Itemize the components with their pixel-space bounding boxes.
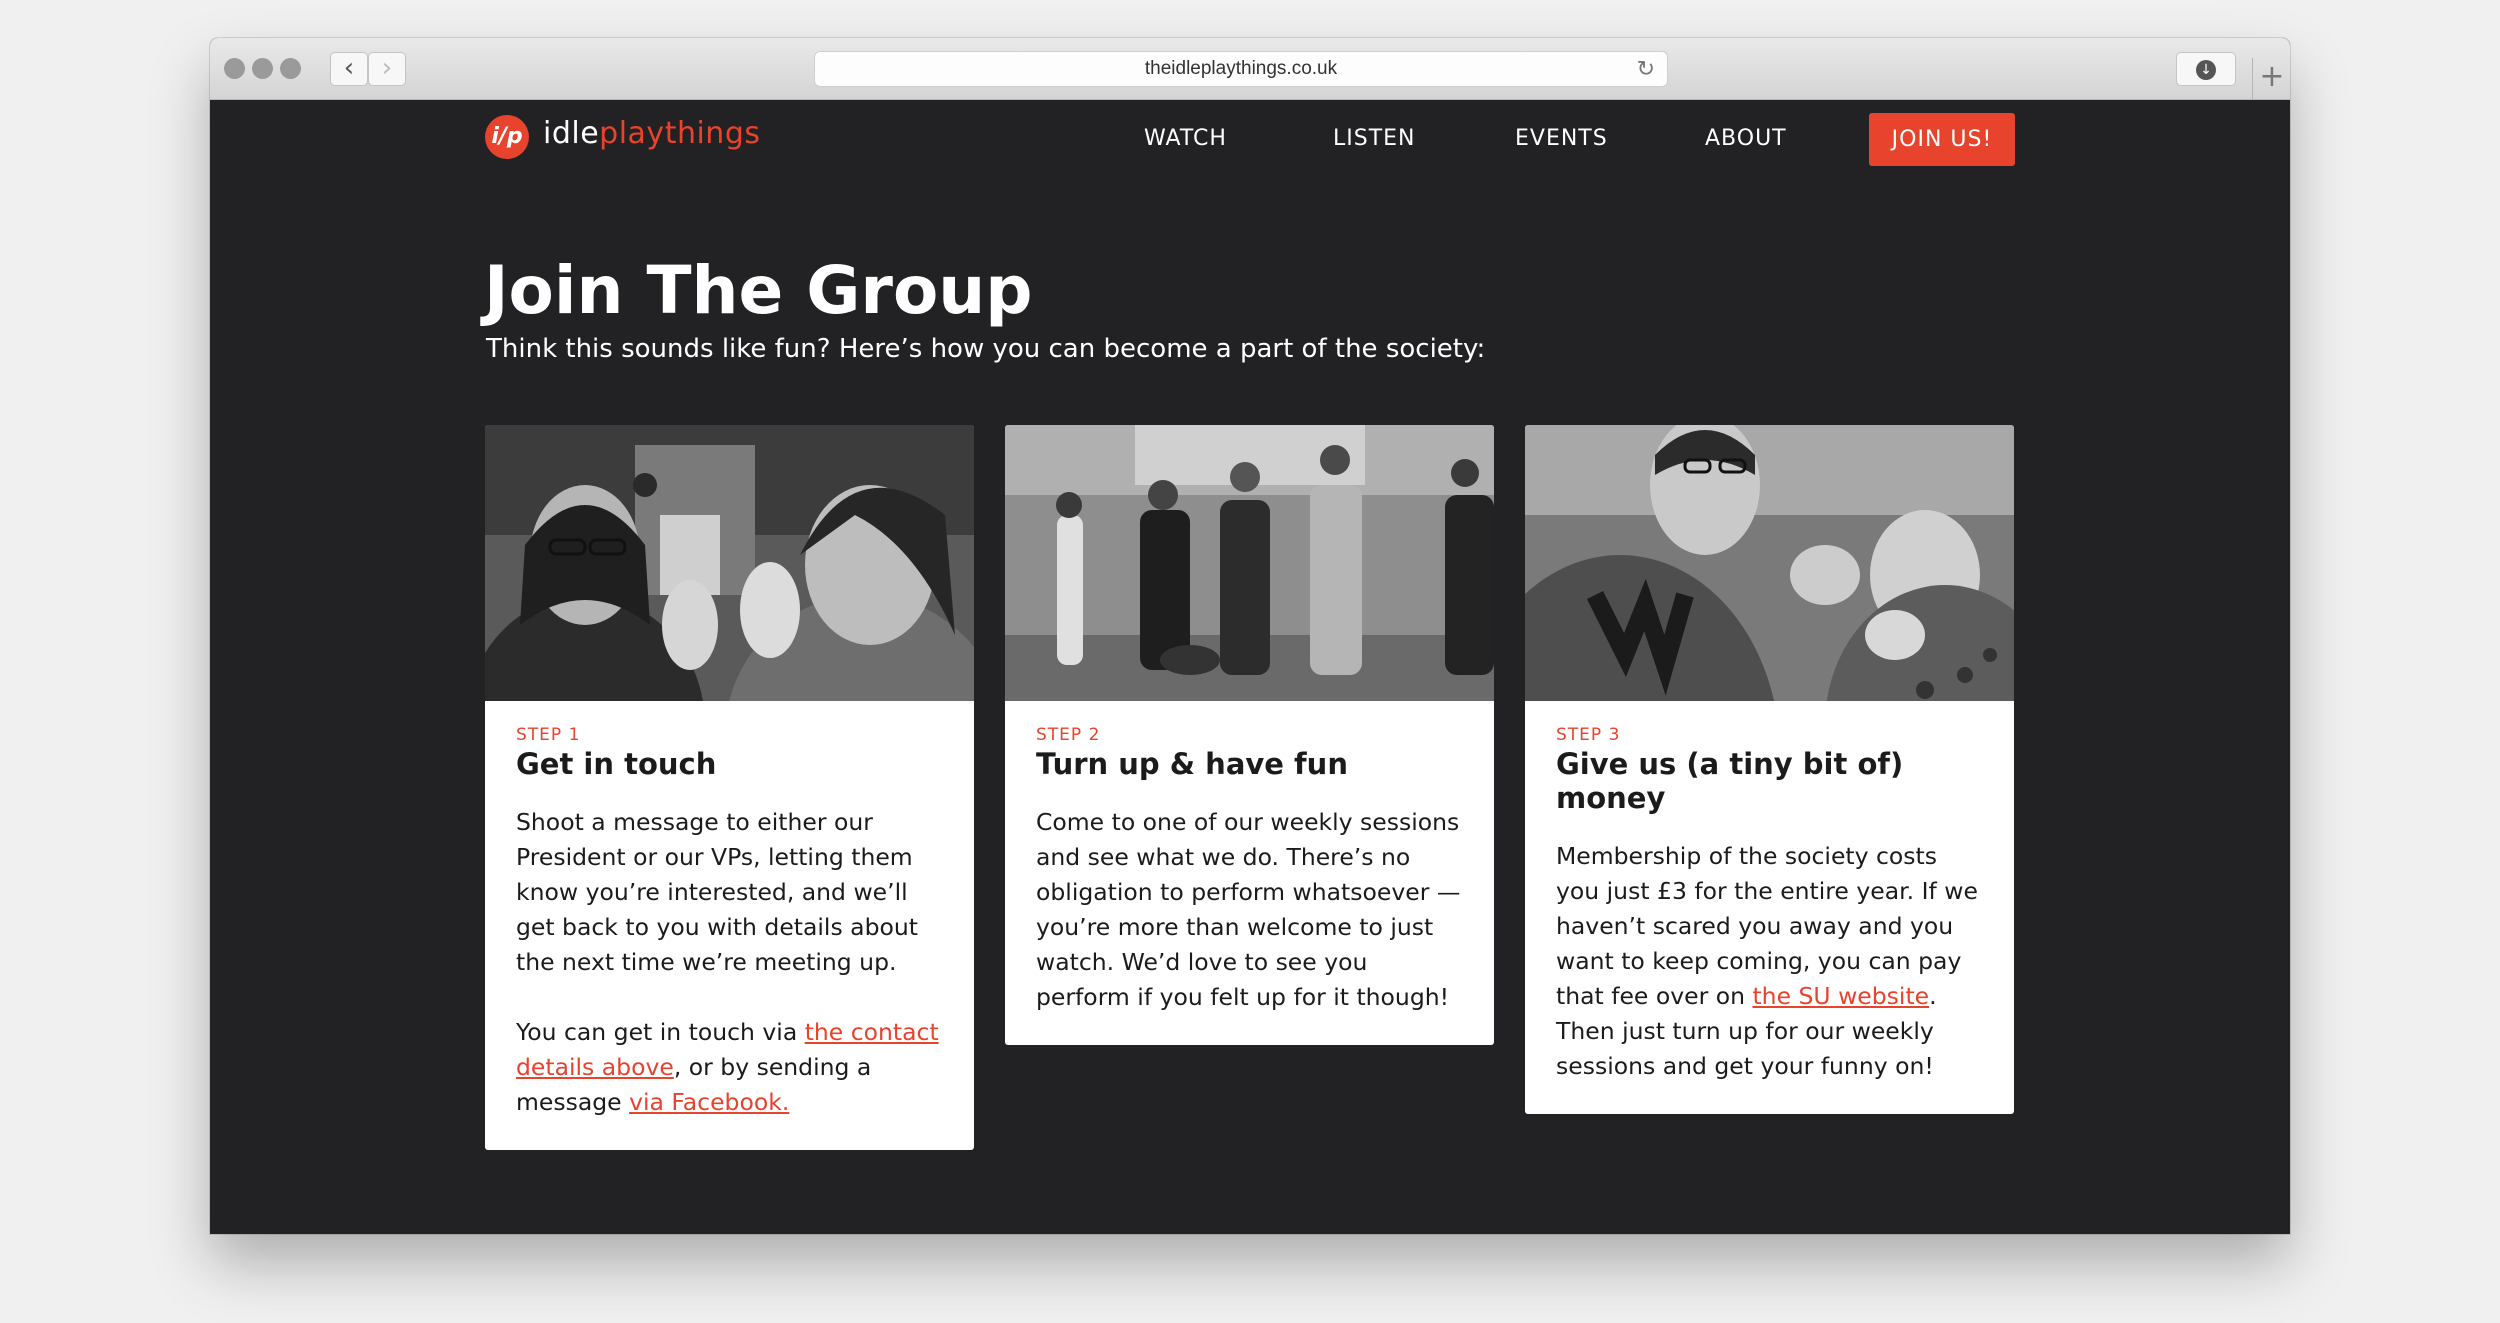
step-1-paragraph: Shoot a message to either our President … xyxy=(516,808,918,976)
address-bar[interactable]: theidleplaythings.co.uk ↻ xyxy=(814,51,1668,87)
nav-listen[interactable]: LISTEN xyxy=(1333,126,1416,151)
minimize-window-button[interactable] xyxy=(252,58,273,79)
step-1-label: STEP 1 xyxy=(516,725,581,745)
step-2-title: Turn up & have fun xyxy=(1036,747,1348,781)
logo-mark-icon[interactable]: i/p xyxy=(485,115,529,159)
logo-text-accent: playthings xyxy=(599,116,761,151)
step-1-contact-pre: You can get in touch via xyxy=(516,1018,805,1046)
site-page: i/p idleplaythings WATCH LISTEN EVENTS A… xyxy=(210,100,2290,1234)
step-3-label: STEP 3 xyxy=(1556,725,1621,745)
page-subtitle: Think this sounds like fun? Here’s how y… xyxy=(486,334,1486,364)
step-1-title: Get in touch xyxy=(516,747,717,781)
step-card-2: STEP 2 Turn up & have fun Come to one of… xyxy=(1005,425,1494,1045)
site-logo[interactable]: idleplaythings xyxy=(543,116,761,151)
nav-watch[interactable]: WATCH xyxy=(1144,126,1227,151)
download-icon: ↓ xyxy=(2196,59,2216,80)
step-card-1: STEP 1 Get in touch Shoot a message to e… xyxy=(485,425,974,1150)
address-bar-url: theidleplaythings.co.uk xyxy=(1144,58,1338,79)
new-tab-icon: + xyxy=(2259,59,2285,94)
forward-chevron-icon: › xyxy=(381,53,393,83)
forward-button[interactable]: › xyxy=(368,52,406,86)
step-2-paragraph: Come to one of our weekly sessions and s… xyxy=(1036,808,1461,1011)
step-3-title: Give us (a tiny bit of) money xyxy=(1556,747,1904,815)
join-us-button[interactable]: JOIN US! xyxy=(1869,113,2015,166)
new-tab-button[interactable]: + xyxy=(2252,58,2290,99)
nav-about[interactable]: ABOUT xyxy=(1705,126,1787,151)
step-2-text: Come to one of our weekly sessions and s… xyxy=(1036,805,1463,1015)
back-button[interactable]: ‹ xyxy=(330,52,368,86)
browser-window: ‹ › theidleplaythings.co.uk ↻ ↓ + i/p id… xyxy=(210,38,2290,1234)
step-2-photo xyxy=(1005,425,1494,701)
facebook-link[interactable]: via Facebook. xyxy=(629,1088,789,1116)
step-1-text: Shoot a message to either our President … xyxy=(516,805,943,1120)
step-1-photo xyxy=(485,425,974,701)
page-title: Join The Group xyxy=(484,252,1033,329)
back-chevron-icon: ‹ xyxy=(343,53,355,83)
downloads-button[interactable]: ↓ xyxy=(2176,52,2236,86)
nav-events[interactable]: EVENTS xyxy=(1515,126,1608,151)
close-window-button[interactable] xyxy=(224,58,245,79)
step-2-label: STEP 2 xyxy=(1036,725,1101,745)
reload-icon[interactable]: ↻ xyxy=(1637,52,1655,86)
step-1-contact-paragraph: You can get in touch via the contact det… xyxy=(516,1015,943,1120)
browser-toolbar: ‹ › theidleplaythings.co.uk ↻ ↓ + xyxy=(210,38,2290,100)
step-3-paragraph: Membership of the society costs you just… xyxy=(1556,839,1983,1084)
logo-text-plain: idle xyxy=(543,116,600,151)
step-3-photo xyxy=(1525,425,2014,701)
step-3-text: Membership of the society costs you just… xyxy=(1556,839,1983,1084)
zoom-window-button[interactable] xyxy=(280,58,301,79)
step-card-3: STEP 3 Give us (a tiny bit of) money Mem… xyxy=(1525,425,2014,1114)
su-website-link[interactable]: the SU website xyxy=(1752,982,1929,1010)
